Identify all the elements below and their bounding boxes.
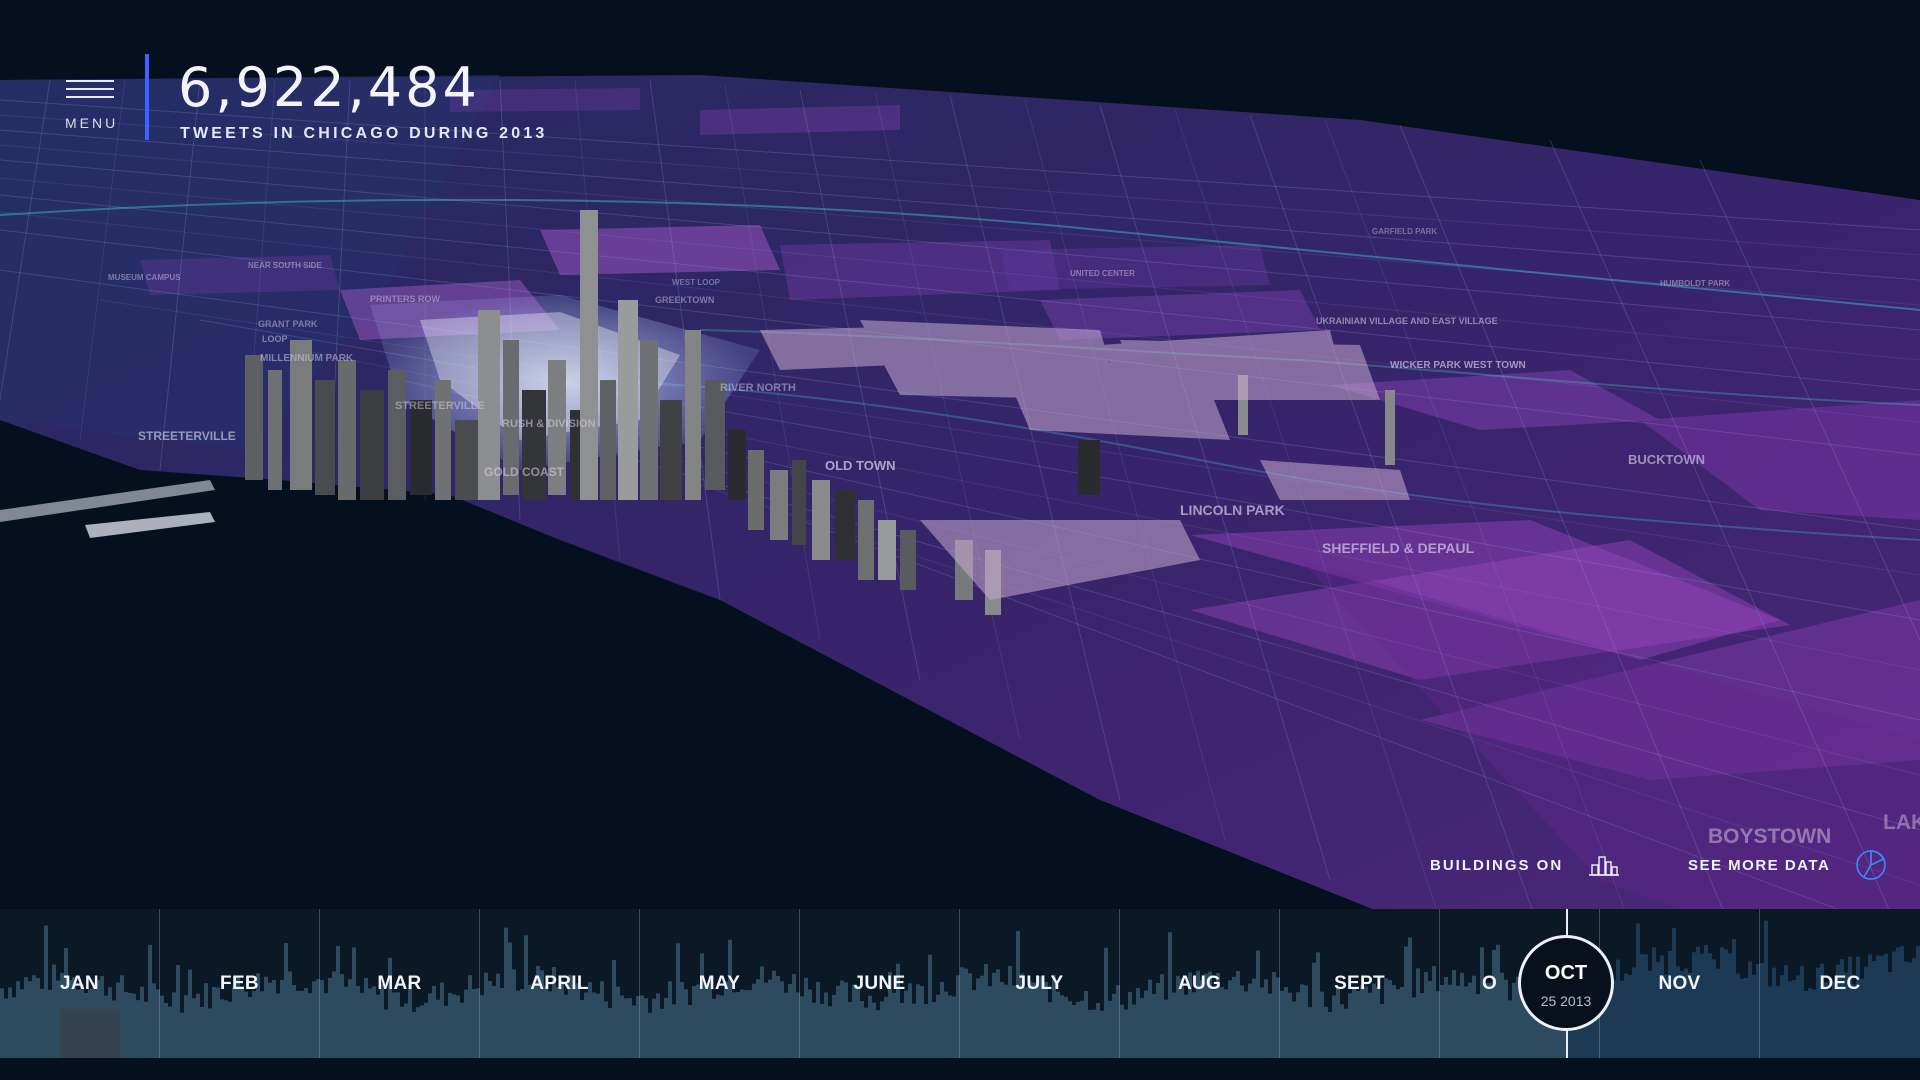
map-label-museum-campus: MUSEUM CAMPUS (108, 273, 181, 282)
map-label-wicker-park: WICKER PARK WEST TOWN (1390, 360, 1526, 371)
current-date-text: 25 2013 (1540, 993, 1592, 1009)
map-label-rush-division: RUSH & DIVISION (502, 418, 596, 430)
month-may[interactable]: MAY (640, 909, 800, 1058)
map-label-printers-row: PRINTERS ROW (370, 294, 441, 304)
month-dec[interactable]: DEC (1760, 909, 1920, 1058)
month-label: FEB (220, 973, 259, 994)
month-label: JUNE (853, 973, 906, 994)
month-label: APRIL (530, 973, 589, 994)
menu-button[interactable]: MENU (62, 78, 122, 136)
buildings-toggle[interactable]: BUILDINGS ON (1430, 850, 1621, 880)
pier-dock (85, 512, 215, 538)
menu-icon-line-2 (66, 88, 114, 90)
map-label-boystown: BOYSTOWN (1708, 825, 1831, 848)
map-label-lak: LAK (1883, 811, 1920, 834)
timeline[interactable]: JAN FEB MAR APRIL MAY JUNE JULY AUG SEPT… (0, 909, 1920, 1058)
buildings-toggle-label: BUILDINGS ON (1430, 856, 1564, 874)
current-month: OCT (1544, 962, 1588, 984)
tweet-count: 6,922,484 (178, 56, 480, 119)
map-label-near-south-side: NEAR SOUTH SIDE (248, 261, 322, 270)
menu-icon (66, 80, 114, 82)
map-label-west-loop: WEST LOOP (672, 278, 721, 287)
map-label-grant-park: GRANT PARK (258, 319, 318, 329)
map-label-streeterville-2: STREETERVILLE (395, 400, 485, 412)
header-divider (145, 54, 149, 140)
map-label-humboldt-park: HUMBOLDT PARK (1660, 279, 1730, 288)
map-label-garfield-park: GARFIELD PARK (1372, 227, 1437, 236)
menu-icon-line-3 (66, 96, 114, 98)
month-april[interactable]: APRIL (480, 909, 640, 1058)
buildings-icon (1589, 856, 1620, 876)
see-more-data-button[interactable]: SEE MORE DATA (1688, 848, 1888, 882)
month-label: MAR (377, 973, 422, 994)
month-nov[interactable]: NOV (1600, 909, 1760, 1058)
month-june[interactable]: JUNE (800, 909, 960, 1058)
month-label: JAN (60, 973, 99, 994)
month-jan[interactable]: JAN (0, 909, 160, 1058)
see-more-data-label: SEE MORE DATA (1688, 856, 1831, 874)
menu-label: MENU (65, 115, 119, 131)
month-label: DEC (1819, 973, 1861, 994)
map-label-old-town: OLD TOWN (825, 458, 896, 473)
map-label-united-center: UNITED CENTER (1070, 269, 1135, 278)
map-label-river-north: RIVER NORTH (720, 382, 796, 394)
map-label-sheffield-depaul: SHEFFIELD & DEPAUL (1322, 540, 1475, 556)
current-date-marker[interactable]: OCT 25 2013 (1518, 935, 1614, 1031)
pie-chart-icon (1856, 850, 1887, 880)
month-label: MAY (698, 973, 741, 994)
month-label: AUG (1177, 973, 1222, 994)
month-feb[interactable]: FEB (160, 909, 320, 1058)
month-july[interactable]: JULY (960, 909, 1120, 1058)
map-label-ukrainian-village: UKRAINIAN VILLAGE AND EAST VILLAGE (1316, 316, 1498, 326)
month-label: JULY (1015, 973, 1064, 994)
map-label-loop: LOOP (262, 334, 288, 344)
map-label-millennium-park: MILLENNIUM PARK (260, 353, 354, 364)
map-label-greektown: GREEKTOWN (655, 295, 714, 305)
month-mar[interactable]: MAR (320, 909, 480, 1058)
map-label-gold-coast: GOLD COAST (484, 465, 565, 479)
month-aug[interactable]: AUG (1120, 909, 1280, 1058)
map-label-lincoln-park: LINCOLN PARK (1180, 502, 1285, 518)
tweet-caption: TWEETS IN CHICAGO DURING 2013 (180, 125, 548, 142)
map-label-streeterville: STREETERVILLE (138, 429, 236, 443)
month-label: NOV (1658, 973, 1701, 994)
map-label-bucktown: BUCKTOWN (1628, 452, 1705, 467)
